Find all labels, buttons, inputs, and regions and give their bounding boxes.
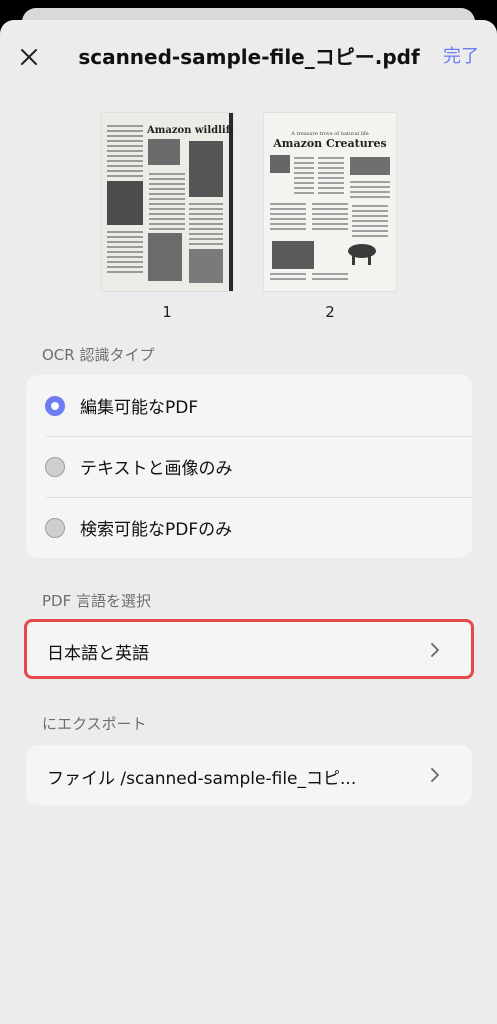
chevron-right-icon xyxy=(431,768,439,782)
radio-selected-icon xyxy=(45,395,65,416)
page-number-1: 1 xyxy=(162,303,172,321)
file-title: scanned-sample-file_コピー.pdf xyxy=(78,45,420,69)
page-thumbnail-2[interactable]: A treasure trove of natural life Amazon … xyxy=(264,113,396,291)
language-label: PDF 言語を選択 xyxy=(42,592,151,610)
page-2-preview: A treasure trove of natural life Amazon … xyxy=(264,113,396,291)
option-label: 編集可能なPDF xyxy=(80,398,199,418)
option-label: テキストと画像のみ xyxy=(80,459,233,479)
page-number-2: 2 xyxy=(325,303,335,321)
option-label: 検索可能なPDFのみ xyxy=(80,520,233,540)
close-icon xyxy=(21,49,37,65)
chevron-right-icon xyxy=(431,643,439,657)
language-value: 日本語と英語 xyxy=(47,644,149,664)
export-destination[interactable]: ファイル /scanned-sample-file_コピ... xyxy=(26,745,472,805)
export-path: ファイル /scanned-sample-file_コピ... xyxy=(47,769,357,789)
ocr-type-options: 編集可能なPDF テキストと画像のみ 検索可能なPDFのみ xyxy=(26,375,472,558)
export-label: にエクスポート xyxy=(42,715,147,733)
option-searchable-pdf[interactable]: 検索可能なPDFのみ xyxy=(26,497,472,558)
page-1-preview: Amazon wildlife xyxy=(101,113,233,291)
radio-unselected-icon xyxy=(45,517,65,538)
option-editable-pdf[interactable]: 編集可能なPDF xyxy=(26,375,472,436)
option-text-and-images[interactable]: テキストと画像のみ xyxy=(26,436,472,497)
page-thumbnail-1[interactable]: Amazon wildlife xyxy=(101,113,233,291)
language-selector[interactable]: 日本語と英語 xyxy=(26,622,472,678)
ocr-type-label: OCR 認識タイプ xyxy=(42,346,155,364)
ocr-settings-sheet: scanned-sample-file_コピー.pdf 完了 Amazon wi… xyxy=(0,20,497,1024)
page-1-heading: Amazon wildlife xyxy=(146,125,233,136)
page-2-heading: Amazon Creatures xyxy=(272,137,386,150)
done-button[interactable]: 完了 xyxy=(443,44,479,70)
close-button[interactable] xyxy=(16,44,42,70)
radio-unselected-icon xyxy=(45,456,65,477)
